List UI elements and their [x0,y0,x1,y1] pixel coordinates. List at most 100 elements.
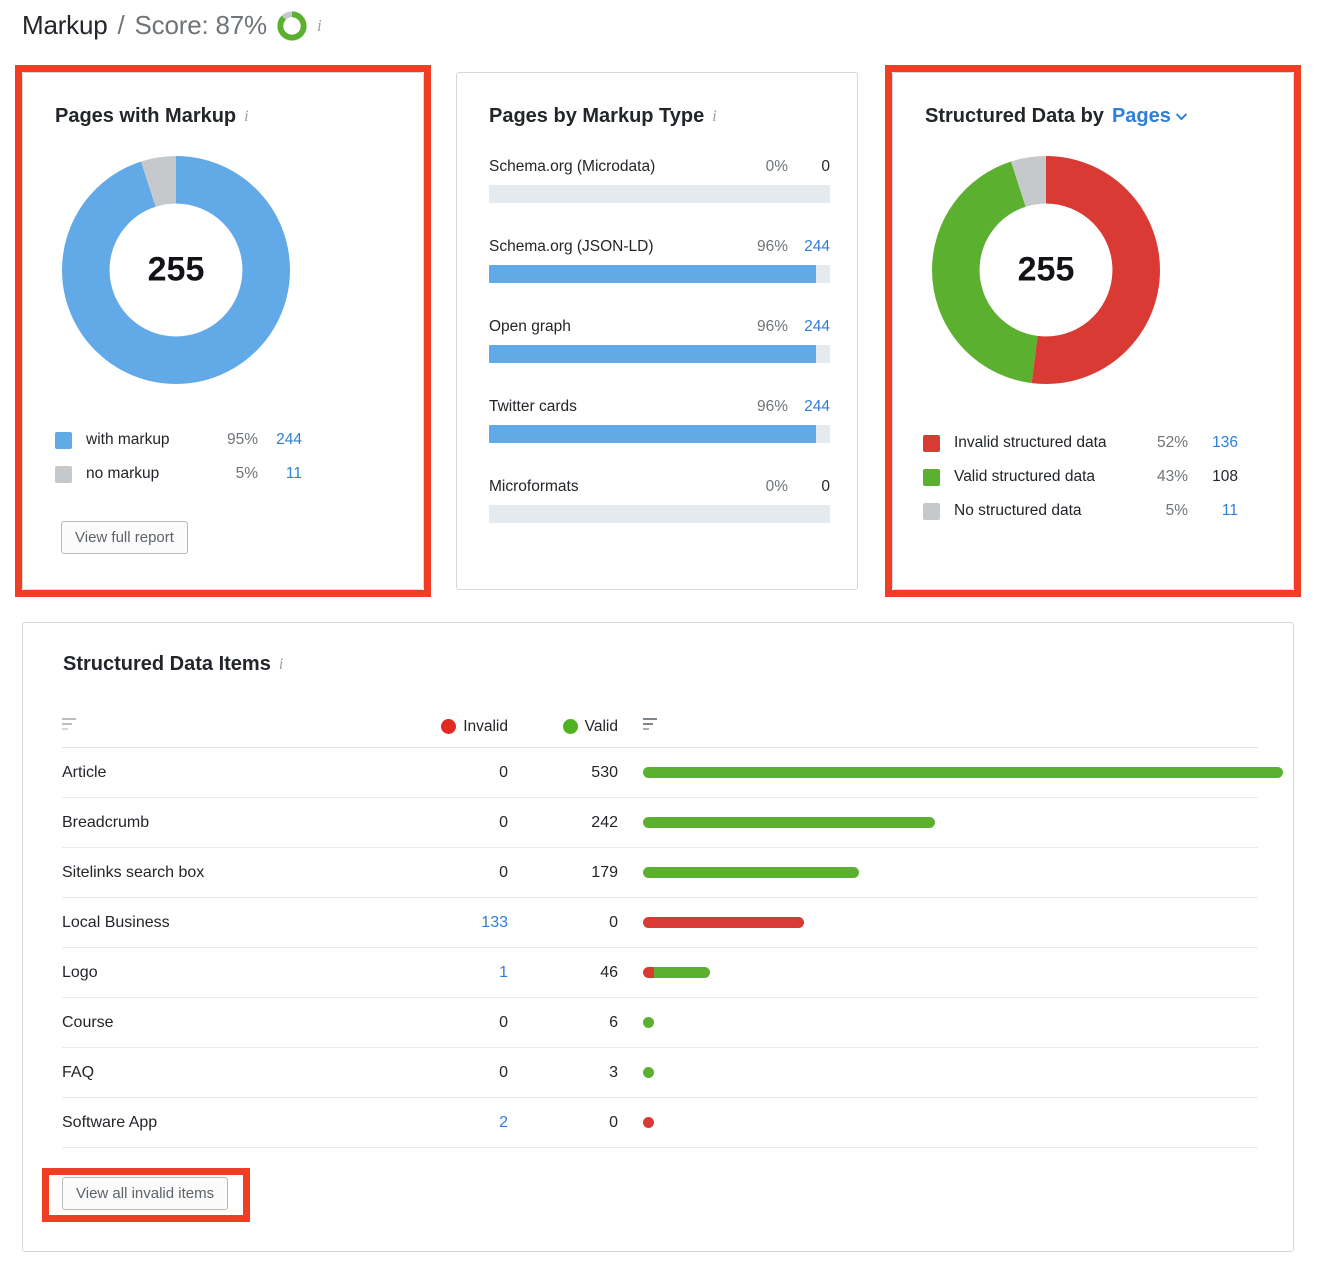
pages-with-markup-donut: 255 [57,151,295,389]
markup-type-value[interactable]: 244 [788,398,830,416]
markup-type-name: Microformats [489,478,579,495]
header-valid-label: Valid [584,717,618,735]
title-separator: / [117,10,125,40]
table-row: Breadcrumb 0 242 [62,798,1258,848]
markup-type-row: Twitter cards 96% 244 [489,398,830,443]
markup-type-value: 0 [821,478,830,495]
row-valid-count: 242 [591,813,618,831]
bar-segment-valid [643,767,1283,778]
score-info-icon[interactable]: i [317,17,322,34]
pages-with-markup-title: Pages with Markup i [55,105,249,128]
table-header-row: Invalid Valid [62,706,1258,748]
legend-label: with markup [86,431,170,448]
row-item-name: FAQ [62,1063,95,1081]
chevron-down-icon [1176,113,1187,121]
markup-type-row: Microformats 0% 0 [489,478,830,523]
pages-by-markup-type-title: Pages by Markup Type i [489,105,717,128]
markup-type-track [489,505,830,523]
markup-type-pct: 0% [765,478,788,495]
pages-with-markup-card: Pages with Markup i 255 with markup 95% … [22,72,424,590]
view-all-invalid-items-button[interactable]: View all invalid items [62,1177,229,1210]
structured-data-donut: 255 [927,151,1165,389]
row-invalid-count[interactable]: 1 [398,964,508,982]
row-valid-count: 179 [591,863,618,881]
markup-type-value[interactable]: 244 [788,238,830,256]
table-row: Article 0 530 [62,748,1283,798]
pages-by-markup-type-info-icon[interactable]: i [712,108,716,125]
score-ring-icon [277,10,307,41]
legend-value[interactable]: 244 [258,431,302,449]
legend-swatch-none [923,502,940,520]
row-valid-count: 3 [609,1063,618,1081]
row-invalid-count[interactable]: 133 [398,914,508,932]
legend-item: No structured data 5% 11 [923,494,1243,528]
legend-swatch-no-markup [55,465,72,483]
sort-descending-icon[interactable] [62,717,79,731]
row-item-name: Software App [62,1113,158,1131]
header-invalid-cell[interactable]: Invalid [398,718,508,736]
donut-center-value: 255 [147,250,205,289]
structured-data-by-selector[interactable]: Pages [1112,105,1188,128]
legend-pct: 95% [226,431,258,448]
row-valid-count: 0 [609,1113,618,1131]
structured-data-by-title: Structured Data by Pages [925,105,1188,128]
card-title-text: Structured Data Items [63,653,271,675]
legend-label: no markup [86,465,160,482]
legend-pct: 5% [235,465,258,482]
table-row: FAQ 0 3 [62,1048,1258,1098]
structured-data-items-info-icon[interactable]: i [279,656,283,673]
donut-center-value: 255 [1017,250,1075,289]
row-bar [618,817,1258,828]
legend-value[interactable]: 136 [1188,434,1238,452]
invalid-dot-icon [441,719,457,734]
row-item-name: Article [62,763,107,781]
markup-type-track [489,345,830,363]
legend-item: no markup 5% 11 [55,457,305,491]
card-title-text: Structured Data by [925,105,1104,127]
markup-type-value[interactable]: 244 [788,318,830,336]
markup-type-pct: 0% [765,158,788,175]
card-title-text: Pages by Markup Type [489,105,705,127]
markup-type-track [489,425,830,443]
bar-segment-valid [643,1017,654,1028]
legend-value[interactable]: 11 [258,465,302,483]
page-title: Markup [22,10,108,40]
bar-segment-valid [643,817,936,828]
header-invalid-label: Invalid [463,717,508,735]
markup-type-name: Twitter cards [489,398,577,415]
sort-descending-icon[interactable] [643,717,660,731]
bar-segment-invalid [643,967,654,978]
bar-segment-invalid [643,1117,654,1128]
markup-type-row: Schema.org (Microdata) 0% 0 [489,158,830,203]
table-body: Article 0 530 Breadcrumb 0 242 Sitelinks searc… [62,748,1283,1148]
row-invalid-count[interactable]: 2 [398,1114,508,1132]
row-bar [618,917,1258,928]
row-bar [618,967,1258,978]
row-item-name: Logo [62,963,98,981]
legend-label: Valid structured data [954,468,1096,485]
legend-item: Valid structured data 43% 108 [923,460,1243,494]
table-row: Sitelinks search box 0 179 [62,848,1258,898]
structured-data-by-selected: Pages [1111,105,1171,127]
row-invalid-count: 0 [499,863,508,881]
markup-type-track [489,265,830,283]
row-item-name: Local Business [62,913,170,931]
legend-label: Invalid structured data [954,434,1107,451]
legend-item: with markup 95% 244 [55,423,305,457]
markup-type-pct: 96% [756,398,788,415]
markup-type-fill [489,425,817,443]
pages-with-markup-info-icon[interactable]: i [244,108,248,125]
table-row: Local Business 133 0 [62,898,1258,948]
structured-data-by-card: Structured Data by Pages 255 Invalid str… [892,72,1294,590]
view-full-report-button[interactable]: View full report [61,521,188,554]
page-header: Markup / Score: 87% i [22,10,322,41]
row-valid-count: 0 [609,913,618,931]
markup-type-name: Schema.org (JSON-LD) [489,238,654,255]
markup-type-track [489,185,830,203]
legend-pct: 52% [1156,434,1188,451]
legend-value[interactable]: 11 [1188,502,1238,520]
pages-with-markup-legend: with markup 95% 244 no markup 5% 11 [55,423,305,491]
pages-by-markup-type-card: Pages by Markup Type i Schema.org (Micro… [456,72,858,590]
markup-type-pct: 96% [756,318,788,335]
header-valid-cell[interactable]: Valid [508,718,618,736]
